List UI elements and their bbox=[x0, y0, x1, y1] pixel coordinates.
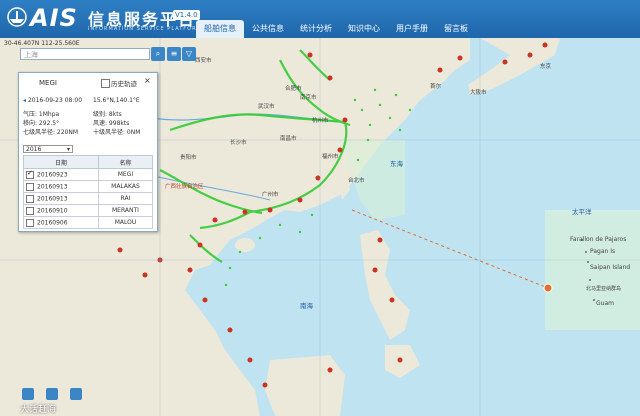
city-label: 广州市 bbox=[262, 192, 279, 198]
city-label: 西安市 bbox=[195, 58, 212, 64]
row-checkbox[interactable] bbox=[26, 182, 34, 191]
city-label: 首尔 bbox=[430, 84, 442, 90]
date-value: 20160910 bbox=[37, 207, 68, 214]
speed-value: 风速: 998kts bbox=[93, 120, 130, 127]
city-label: 东京 bbox=[540, 64, 552, 70]
version-badge: V1.4.0 bbox=[173, 10, 200, 20]
timestamp-value: 2016-09-23 08:00 bbox=[27, 97, 83, 104]
tab-ship-info[interactable]: 船舶信息 bbox=[196, 20, 244, 38]
name-cell: MERANTI bbox=[97, 204, 154, 217]
city-label: 武汉市 bbox=[258, 104, 275, 110]
city-label: 福州市 bbox=[322, 154, 339, 160]
app-header: AIS 信息服务平台 V1.4.0 INFORMATION SERVICE PL… bbox=[0, 0, 640, 38]
tab-knowledge[interactable]: 知识中心 bbox=[340, 20, 388, 38]
tab-user-manual[interactable]: 用户手册 bbox=[388, 20, 436, 38]
col-date-header: 日期 bbox=[23, 155, 99, 169]
search-icon[interactable]: ⌕ bbox=[151, 47, 165, 61]
chevron-down-icon: ▾ bbox=[66, 146, 70, 153]
date-value: 20160913 bbox=[37, 183, 68, 190]
radius10-value: 十级风半径: 0NM bbox=[93, 129, 141, 136]
date-value: 20160923 bbox=[37, 171, 68, 178]
island-label: 北马里亚纳群岛 bbox=[586, 286, 622, 292]
land-hainan bbox=[235, 238, 255, 252]
date-cell: 20160913 bbox=[23, 192, 99, 205]
table-row[interactable]: 20160910 MERANTI bbox=[23, 204, 154, 217]
direction-value: 移向: 292.5° bbox=[23, 120, 60, 127]
island-label: Farallon de Pajaros bbox=[570, 236, 627, 243]
island-label: Pagan Is bbox=[590, 248, 616, 255]
map-tools: 大话赶海 bbox=[0, 384, 90, 416]
history-track-checkbox[interactable] bbox=[101, 79, 110, 88]
city-label: 南昌市 bbox=[280, 136, 297, 142]
row-checkbox[interactable] bbox=[26, 169, 34, 179]
cursor-coordinates: 30-46.407N 112-25.560E bbox=[4, 40, 80, 47]
watermark-text: 大话赶海 bbox=[20, 405, 57, 415]
city-label: 台北市 bbox=[348, 178, 365, 184]
level-value: 级别: 8kts bbox=[93, 111, 122, 118]
date-cell: 20160923 bbox=[23, 168, 99, 181]
radius7-value: 七级风半径: 220NM bbox=[23, 129, 79, 136]
close-icon[interactable]: × bbox=[144, 76, 151, 85]
city-label: 大阪市 bbox=[470, 90, 487, 96]
logo-ais: AIS bbox=[30, 4, 78, 32]
print-icon[interactable] bbox=[70, 388, 82, 400]
year-select-value: 2016 bbox=[26, 146, 42, 153]
tab-message-board[interactable]: 留言板 bbox=[436, 20, 476, 38]
typhoon-panel: MEGI 历史轨迹 × ◂ 2016-09-23 08:00 15.6°N,14… bbox=[18, 72, 158, 232]
col-name-header: 名称 bbox=[97, 155, 154, 169]
date-cell: 20160906 bbox=[23, 216, 99, 229]
sea-label: 太平洋 bbox=[572, 208, 592, 216]
sea-label: 南海 bbox=[300, 302, 313, 310]
pressure-value: 气压: 1Mhpa bbox=[23, 111, 60, 118]
filter-icon[interactable]: ▽ bbox=[182, 47, 196, 61]
typhoon-name: MEGI bbox=[39, 79, 57, 87]
island-label: Saipan Island bbox=[590, 264, 631, 271]
table-row[interactable]: 20160906 MALOU bbox=[23, 216, 154, 229]
tab-public-info[interactable]: 公共信息 bbox=[244, 20, 292, 38]
typhoon-timestamp: ◂ 2016-09-23 08:00 bbox=[23, 97, 82, 104]
row-checkbox[interactable] bbox=[26, 194, 34, 203]
main-nav: 船舶信息 公共信息 统计分析 知识中心 用户手册 留言板 bbox=[196, 20, 476, 38]
date-value: 20160906 bbox=[37, 219, 68, 226]
sea-label: 东海 bbox=[390, 160, 403, 168]
layers-icon[interactable] bbox=[22, 388, 34, 400]
table-row[interactable]: 20160913 MALAKAS bbox=[23, 180, 154, 193]
row-checkbox[interactable] bbox=[26, 206, 34, 215]
city-label: 南京市 bbox=[300, 95, 317, 101]
name-cell: MALOU bbox=[97, 216, 154, 229]
menu-icon[interactable]: ≡ bbox=[167, 47, 181, 61]
name-cell: MEGI bbox=[97, 168, 154, 181]
name-cell: MALAKAS bbox=[97, 180, 154, 193]
typhoon-position: 15.6°N,140.1°E bbox=[93, 97, 140, 104]
measure-icon[interactable] bbox=[46, 388, 58, 400]
name-cell: RAI bbox=[97, 192, 154, 205]
prev-arrow-icon[interactable]: ◂ bbox=[23, 97, 26, 104]
city-label: 杭州市 bbox=[312, 118, 329, 124]
date-cell: 20160913 bbox=[23, 180, 99, 193]
history-track-label: 历史轨迹 bbox=[111, 80, 137, 88]
ship-logo-icon bbox=[7, 7, 27, 27]
table-row[interactable]: 20160913 RAI bbox=[23, 192, 154, 205]
island-label: Guam bbox=[596, 300, 614, 307]
land-borneo bbox=[265, 355, 345, 416]
table-row[interactable]: 20160923 MEGI bbox=[23, 168, 154, 181]
date-cell: 20160910 bbox=[23, 204, 99, 217]
row-checkbox[interactable] bbox=[26, 218, 34, 227]
typhoon-list-table: 日期 名称 20160923 MEGI 20160913 MALAKAS 201… bbox=[23, 155, 154, 229]
tab-statistics[interactable]: 统计分析 bbox=[292, 20, 340, 38]
year-select[interactable]: 2016 ▾ bbox=[23, 145, 73, 153]
province-label: 广西壮族自治区 bbox=[165, 184, 204, 190]
city-label: 合肥市 bbox=[285, 86, 302, 92]
city-label: 长沙市 bbox=[230, 140, 247, 146]
date-value: 20160913 bbox=[37, 195, 68, 202]
search-input[interactable]: 上海 bbox=[20, 48, 150, 60]
platform-subtitle: INFORMATION SERVICE PLATFORM bbox=[88, 26, 202, 32]
city-label: 贵阳市 bbox=[180, 155, 197, 161]
